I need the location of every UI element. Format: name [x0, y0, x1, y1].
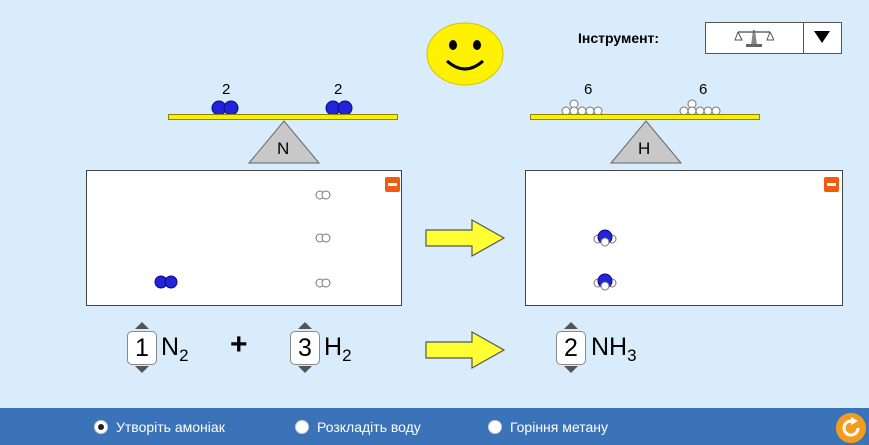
reaction-arrow-icon: [425, 218, 506, 258]
balance-h-element: H: [638, 139, 651, 158]
reactants-box: [86, 170, 402, 306]
reactant1-increase-button[interactable]: [135, 322, 149, 329]
product1-formula: NH3: [591, 333, 637, 365]
product1-coefficient[interactable]: 2: [556, 331, 586, 365]
remove-reactants-button[interactable]: [385, 177, 400, 192]
radio-icon[interactable]: [488, 420, 502, 434]
balance-h-right-count: 6: [699, 81, 708, 98]
reactant1-decrease-button[interactable]: [135, 366, 149, 373]
product1-decrease-button[interactable]: [564, 366, 578, 373]
balance-n-right-count: 2: [334, 81, 343, 98]
nh3-molecule[interactable]: [592, 271, 618, 291]
reaction-option-ammonia[interactable]: Утворіть амоніак: [94, 418, 225, 436]
reactant2-increase-button[interactable]: [298, 322, 312, 329]
equation-arrow-icon: [425, 330, 506, 370]
smiley-face-icon: [426, 22, 504, 86]
h2-molecule[interactable]: [313, 189, 333, 201]
plus-sign: +: [230, 328, 248, 361]
radio-selected-icon[interactable]: [94, 420, 108, 434]
balance-n-element: N: [277, 139, 290, 158]
n2-molecule[interactable]: [151, 274, 181, 290]
reactant1-formula: N2: [161, 333, 189, 365]
reactant1-coefficient[interactable]: 1: [127, 331, 157, 365]
reactant2-coefficient[interactable]: 3: [290, 331, 320, 365]
h2-molecule[interactable]: [313, 232, 333, 244]
reaction-option-water[interactable]: Розкладіть воду: [295, 418, 421, 436]
reactant2-decrease-button[interactable]: [298, 366, 312, 373]
balance-scale-icon: [734, 30, 774, 47]
reaction-option-methane[interactable]: Горіння метану: [488, 418, 608, 436]
reaction-selector-bar: Утворіть амоніак Розкладіть воду Горіння…: [0, 408, 869, 445]
tool-label: Інструмент:: [578, 30, 660, 46]
balance-h-left-count: 6: [584, 81, 593, 98]
nh3-molecule[interactable]: [592, 227, 618, 247]
h2-molecule[interactable]: [313, 277, 333, 289]
radio-icon[interactable]: [295, 420, 309, 434]
remove-products-button[interactable]: [824, 177, 839, 192]
product1-increase-button[interactable]: [564, 322, 578, 329]
reactant2-formula: H2: [324, 333, 352, 365]
balance-n-left-count: 2: [222, 81, 231, 98]
tool-dropdown[interactable]: [705, 22, 842, 54]
reset-icon[interactable]: [836, 413, 866, 443]
products-box: [525, 170, 843, 306]
dropdown-arrow-icon[interactable]: [814, 31, 830, 43]
simulation-stage: Інструмент: 2 2 N 6 6 H 1 N2 + 3 H2 2 NH…: [0, 0, 869, 408]
